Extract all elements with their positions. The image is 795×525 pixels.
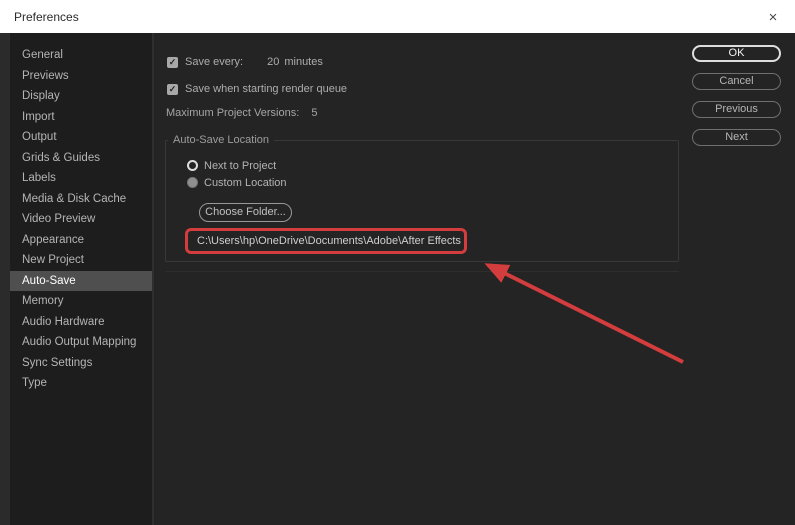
radio-label: Custom Location <box>204 176 287 189</box>
dialog-title: Preferences <box>14 9 79 24</box>
preferences-dialog: Preferences × General Previews Display Impo… <box>0 0 795 525</box>
section-separator <box>165 271 679 272</box>
save-render-queue-label: Save when starting render queue <box>185 83 348 95</box>
cancel-button[interactable]: Cancel <box>692 73 781 90</box>
sidebar-item-output[interactable]: Output <box>10 127 152 148</box>
save-every-suffix: minutes <box>284 56 323 68</box>
autosave-path-text: C:\Users\hp\OneDrive\Documents\Adobe\Aft… <box>197 235 461 247</box>
sidebar-item-import[interactable]: Import <box>10 107 152 128</box>
sidebar-item-grids-guides[interactable]: Grids & Guides <box>10 148 152 169</box>
ok-button[interactable]: OK <box>692 45 781 62</box>
save-every-checkbox[interactable]: ✓ <box>167 56 178 68</box>
sidebar: General Previews Display Import Output Grids … <box>10 33 152 525</box>
sidebar-item-audio-hardware[interactable]: Audio Hardware <box>10 312 152 333</box>
dialog-body: General Previews Display Import Output Grids … <box>0 33 795 525</box>
path-annotation-box: C:\Users\hp\OneDrive\Documents\Adobe\Aft… <box>185 228 467 254</box>
sidebar-item-display[interactable]: Display <box>10 86 152 107</box>
autosave-location-group: Auto-Save Location Next to Project Custom… <box>165 134 679 262</box>
sidebar-item-type[interactable]: Type <box>10 373 152 394</box>
sidebar-item-appearance[interactable]: Appearance <box>10 230 152 251</box>
autosave-location-options: Next to Project Custom Location <box>187 157 287 191</box>
sidebar-divider <box>152 33 154 525</box>
save-every-row: ✓ Save every: 20 minutes <box>167 56 323 68</box>
sidebar-item-labels[interactable]: Labels <box>10 168 152 189</box>
dialog-buttons: OK Cancel Previous Next <box>692 45 781 146</box>
max-versions-row: Maximum Project Versions: 5 <box>166 107 317 119</box>
left-margin-strip <box>0 33 10 525</box>
checkmark-icon: ✓ <box>168 56 177 67</box>
sidebar-item-new-project[interactable]: New Project <box>10 250 152 271</box>
sidebar-item-previews[interactable]: Previews <box>10 66 152 87</box>
radio-row-next-to-project: Next to Project <box>187 157 287 174</box>
sidebar-item-memory[interactable]: Memory <box>10 291 152 312</box>
save-render-queue-row: ✓ Save when starting render queue <box>167 83 347 95</box>
sidebar-item-sync-settings[interactable]: Sync Settings <box>10 353 152 374</box>
radio-label: Next to Project <box>204 159 277 172</box>
max-versions-label: Maximum Project Versions: <box>166 107 300 119</box>
sidebar-item-video-preview[interactable]: Video Preview <box>10 209 152 230</box>
radio-row-custom-location: Custom Location <box>187 174 287 191</box>
close-icon[interactable]: × <box>764 8 782 26</box>
save-every-label: Save every: <box>185 56 244 68</box>
sidebar-item-media-disk-cache[interactable]: Media & Disk Cache <box>10 189 152 210</box>
next-button[interactable]: Next <box>692 129 781 146</box>
radio-icon[interactable] <box>187 177 198 188</box>
title-bar: Preferences × <box>0 0 795 33</box>
sidebar-item-auto-save[interactable]: Auto-Save <box>10 270 152 291</box>
max-versions-value[interactable]: 5 <box>311 107 317 119</box>
choose-folder-button[interactable]: Choose Folder... <box>199 203 292 222</box>
radio-icon[interactable] <box>187 160 198 171</box>
save-every-value[interactable]: 20 <box>267 56 279 68</box>
save-render-queue-checkbox[interactable]: ✓ <box>167 83 178 95</box>
sidebar-item-audio-output-mapping[interactable]: Audio Output Mapping <box>10 332 152 353</box>
previous-button[interactable]: Previous <box>692 101 781 118</box>
sidebar-item-general[interactable]: General <box>10 45 152 66</box>
autosave-location-title: Auto-Save Location <box>168 134 275 146</box>
checkmark-icon: ✓ <box>168 83 177 94</box>
